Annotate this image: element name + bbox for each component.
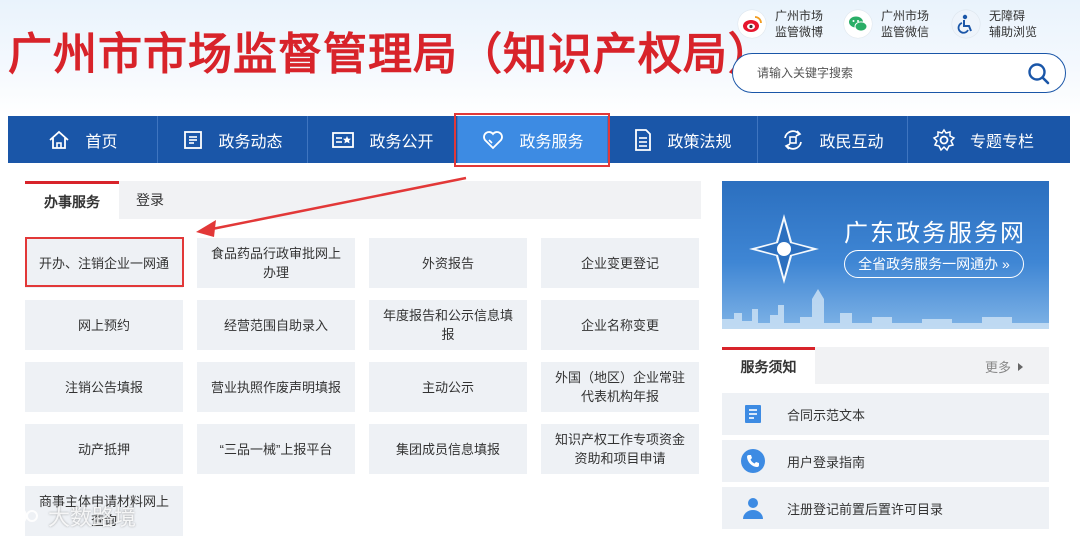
user-icon [738,493,768,523]
nav-label: 首页 [85,133,118,151]
interaction-icon [784,129,803,150]
wechat-line2: 监管微信 [881,25,930,39]
phone-icon [738,446,768,476]
service-tabs: 办事服务 登录 [25,181,701,219]
nav-special-topics[interactable]: 专题专栏 [908,116,1058,163]
home-icon [49,130,70,149]
nav-label: 专题专栏 [969,133,1034,151]
document-icon [635,128,652,151]
heart-icon [483,130,504,149]
nav-interaction[interactable]: 政民互动 [758,116,908,163]
service-item[interactable]: 食品药品行政审批网上办理 [197,238,355,288]
notice-item-contract[interactable]: 合同示范文本 [722,393,1049,435]
caret-right-icon [1018,362,1023,371]
nav-home[interactable]: 首页 [8,116,158,163]
guangdong-service-banner[interactable]: 广东政务服务网 全省政务服务一网通办 » [722,181,1049,329]
service-item[interactable]: 主动公示 [369,362,527,412]
notice-header: 服务须知 更多 [722,347,1049,384]
notice-item-login-guide[interactable]: 用户登录指南 [722,440,1049,482]
search-box [732,53,1066,93]
city-skyline-icon [722,289,1049,329]
service-item[interactable]: 经营范围自助录入 [197,300,355,350]
nav-news[interactable]: 政务动态 [158,116,308,163]
notice-item-label: 合同示范文本 [787,407,866,423]
accessibility-line1: 无障碍 [989,9,1026,23]
watermark-logo-icon [9,507,38,525]
banner-subtitle[interactable]: 全省政务服务一网通办 » [844,250,1024,278]
service-item[interactable]: “三品一械”上报平台 [197,424,355,474]
notice-item-label: 注册登记前置后置许可目录 [787,501,944,517]
watermark: 大数路境 [8,500,136,532]
wechat-icon [844,10,872,38]
service-logo-icon [749,214,819,284]
nav-publicity[interactable]: 政务公开 [308,116,458,163]
notice-item-license-catalog[interactable]: 注册登记前置后置许可目录 [722,487,1049,529]
tab-login[interactable]: 登录 [119,181,181,219]
site-title[interactable]: 广州市市场监督管理局（知识产权局） [8,18,773,82]
weibo-link[interactable]: 广州市场 监管微博 [738,6,835,42]
news-icon [184,130,203,149]
service-item[interactable]: 开办、注销企业一网通 [25,238,183,288]
service-item[interactable]: 动产抵押 [25,424,183,474]
more-link[interactable]: 更多 [985,357,1025,376]
service-item[interactable]: 企业变更登记 [541,238,699,288]
nav-label: 政务动态 [218,133,283,151]
nav-label: 政务服务 [519,133,584,151]
contract-icon [738,399,768,429]
accessibility-icon [952,10,980,38]
search-input[interactable] [757,63,1017,83]
site-header: 广州市市场监督管理局（知识产权局） 广州市场 监管微博 广州市场 监管微信 无障… [0,0,1080,116]
main-nav: 首页 政务动态 政务公开 政务服务 政策法规 政民互动 专题专栏 [8,116,1070,163]
wechat-link[interactable]: 广州市场 监管微信 [844,6,941,42]
accessibility-line2: 辅助浏览 [989,25,1038,39]
notice-title[interactable]: 服务须知 [722,347,815,384]
tab-office-service[interactable]: 办事服务 [25,181,119,219]
gear-icon [932,128,956,151]
watermark-text: 大数路境 [48,505,137,530]
service-item[interactable]: 知识产权工作专项资金资助和项目申请 [541,424,699,474]
nav-policy[interactable]: 政策法规 [608,116,758,163]
publicity-icon [332,131,355,148]
weibo-icon [738,10,766,38]
service-item[interactable]: 年度报告和公示信息填报 [369,300,527,350]
weibo-line1: 广州市场 [775,9,824,23]
nav-government-service[interactable]: 政务服务 [458,116,608,163]
service-item[interactable]: 注销公告填报 [25,362,183,412]
service-item[interactable]: 网上预约 [25,300,183,350]
accessibility-link[interactable]: 无障碍 辅助浏览 [952,6,1049,42]
service-item[interactable]: 外资报告 [369,238,527,288]
nav-label: 政策法规 [667,133,732,151]
wechat-line1: 广州市场 [881,9,930,23]
service-item[interactable]: 外国（地区）企业常驻代表机构年报 [541,362,699,412]
more-label: 更多 [984,360,1011,375]
service-item[interactable]: 集团成员信息填报 [369,424,527,474]
weibo-line2: 监管微博 [775,25,824,39]
service-item[interactable]: 营业执照作废声明填报 [197,362,355,412]
nav-label: 政民互动 [819,133,884,151]
nav-label: 政务公开 [369,133,434,151]
notice-item-label: 用户登录指南 [787,454,866,470]
search-icon[interactable] [1027,62,1051,86]
banner-title: 广东政务服务网 [844,220,1026,247]
service-item[interactable]: 企业名称变更 [541,300,699,350]
